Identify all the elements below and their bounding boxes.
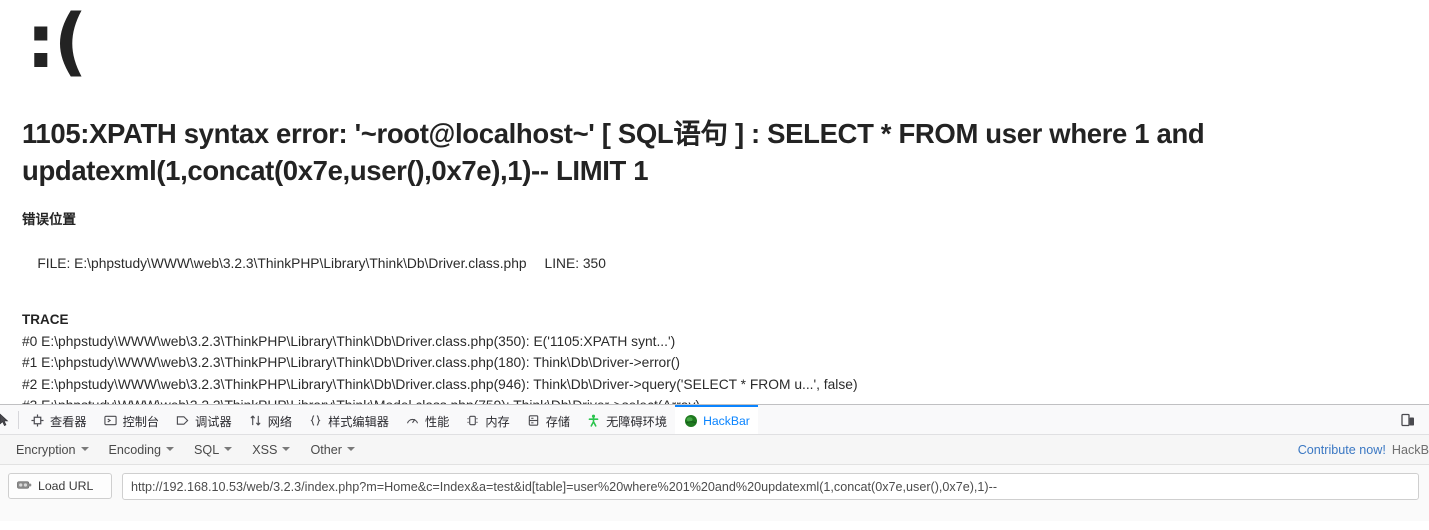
style-editor-icon: [308, 413, 323, 428]
tab-accessibility[interactable]: 无障碍环境: [578, 405, 675, 434]
tab-label: 性能: [425, 414, 450, 429]
debugger-icon: [175, 413, 190, 428]
tab-label: 无障碍环境: [606, 414, 668, 429]
hackbar-menubar-right: Contribute now! HackB: [1298, 443, 1429, 457]
trace-list: #0 E:\phpstudy\WWW\web\3.2.3\ThinkPHP\Li…: [22, 331, 1407, 404]
accessibility-icon: [586, 413, 601, 428]
trace-line: #1 E:\phpstudy\WWW\web\3.2.3\ThinkPHP\Li…: [22, 355, 680, 371]
error-file-line: FILE: E:\phpstudy\WWW\web\3.2.3\ThinkPHP…: [22, 232, 1407, 296]
tab-label: 控制台: [122, 414, 160, 429]
menu-label: Encoding: [108, 442, 162, 457]
storage-icon: [526, 413, 541, 428]
tab-debugger[interactable]: 调试器: [167, 405, 240, 434]
devtools-panel: 查看器 控制台 调试器 网络 样式编辑器 性能 内存 存储 无障碍环境 Hack…: [0, 404, 1429, 521]
tab-storage[interactable]: 存储: [518, 405, 578, 434]
tab-memory[interactable]: 内存: [457, 405, 517, 434]
tab-label: 内存: [485, 414, 510, 429]
devtools-toolbar: 查看器 控制台 调试器 网络 样式编辑器 性能 内存 存储 无障碍环境 Hack…: [0, 405, 1429, 435]
tab-style-editor[interactable]: 样式编辑器: [300, 405, 397, 434]
hackbar-body: Load URL: [0, 465, 1429, 521]
tab-performance[interactable]: 性能: [397, 405, 457, 434]
hackbar-menu-other[interactable]: Other: [300, 439, 365, 461]
error-page: :( 1105:XPATH syntax error: '~root@local…: [0, 0, 1429, 404]
chevron-down-icon: [224, 447, 233, 452]
trace-line: #0 E:\phpstudy\WWW\web\3.2.3\ThinkPHP\Li…: [22, 333, 676, 349]
tab-inspector[interactable]: 查看器: [22, 405, 95, 434]
inspector-icon: [30, 413, 45, 428]
chevron-down-icon: [346, 447, 355, 452]
hackbar-icon: [683, 413, 698, 428]
chevron-down-icon: [282, 447, 291, 452]
tab-network[interactable]: 网络: [240, 405, 300, 434]
tab-label: 网络: [267, 414, 293, 429]
hackbar-menu-encryption[interactable]: Encryption: [6, 439, 99, 461]
url-input[interactable]: [122, 473, 1419, 500]
hackbar-menu-sql[interactable]: SQL: [184, 439, 242, 461]
contribute-link[interactable]: Contribute now!: [1298, 443, 1386, 457]
memory-icon: [465, 413, 480, 428]
menu-label: XSS: [252, 442, 278, 457]
hackbar-url-wrap: [122, 473, 1419, 500]
load-url-icon: [17, 479, 32, 494]
menu-label: Encryption: [16, 442, 76, 457]
hackbar-menu-xss[interactable]: XSS: [242, 439, 300, 461]
hackbar-brand-label: HackB: [1391, 442, 1429, 457]
console-icon: [103, 413, 118, 428]
toolbar-divider: [18, 410, 19, 429]
responsive-design-mode-icon[interactable]: [1397, 409, 1419, 431]
sad-face-glyph: :(: [26, 0, 87, 85]
performance-icon: [405, 413, 420, 428]
error-title: 1105:XPATH syntax error: '~root@localhos…: [22, 118, 1205, 186]
tab-label: 查看器: [50, 414, 87, 429]
trace-line: #2 E:\phpstudy\WWW\web\3.2.3\ThinkPHP\Li…: [22, 376, 858, 392]
error-file-path: FILE: E:\phpstudy\WWW\web\3.2.3\ThinkPHP…: [37, 256, 527, 272]
trace-heading: TRACE: [22, 311, 69, 327]
hackbar-menubar: Encryption Encoding SQL XSS Other Contri…: [0, 435, 1429, 465]
trace-line: #3 E:\phpstudy\WWW\web\3.2.3\ThinkPHP\Li…: [22, 395, 1407, 404]
chevron-down-icon: [166, 447, 175, 452]
devtools-toolbar-actions: [1397, 409, 1429, 431]
element-picker-icon[interactable]: [0, 406, 16, 434]
tab-label: 样式编辑器: [328, 414, 389, 429]
menu-label: SQL: [194, 442, 220, 457]
error-line-number: LINE: 350: [544, 256, 606, 272]
chevron-down-icon: [80, 447, 89, 452]
load-url-label: Load URL: [38, 479, 94, 493]
error-location-heading: 错误位置: [22, 211, 76, 227]
menu-label: Other: [310, 442, 342, 457]
hackbar-menu-encoding[interactable]: Encoding: [99, 439, 185, 461]
hackbar-button-column: Load URL: [8, 473, 112, 530]
load-url-button[interactable]: Load URL: [8, 473, 112, 499]
tab-label: 调试器: [195, 414, 232, 429]
tab-console[interactable]: 控制台: [95, 405, 168, 434]
tab-hackbar[interactable]: HackBar: [675, 405, 758, 434]
tab-label: HackBar: [703, 413, 750, 428]
network-icon: [248, 413, 263, 428]
tab-label: 存储: [545, 414, 571, 429]
